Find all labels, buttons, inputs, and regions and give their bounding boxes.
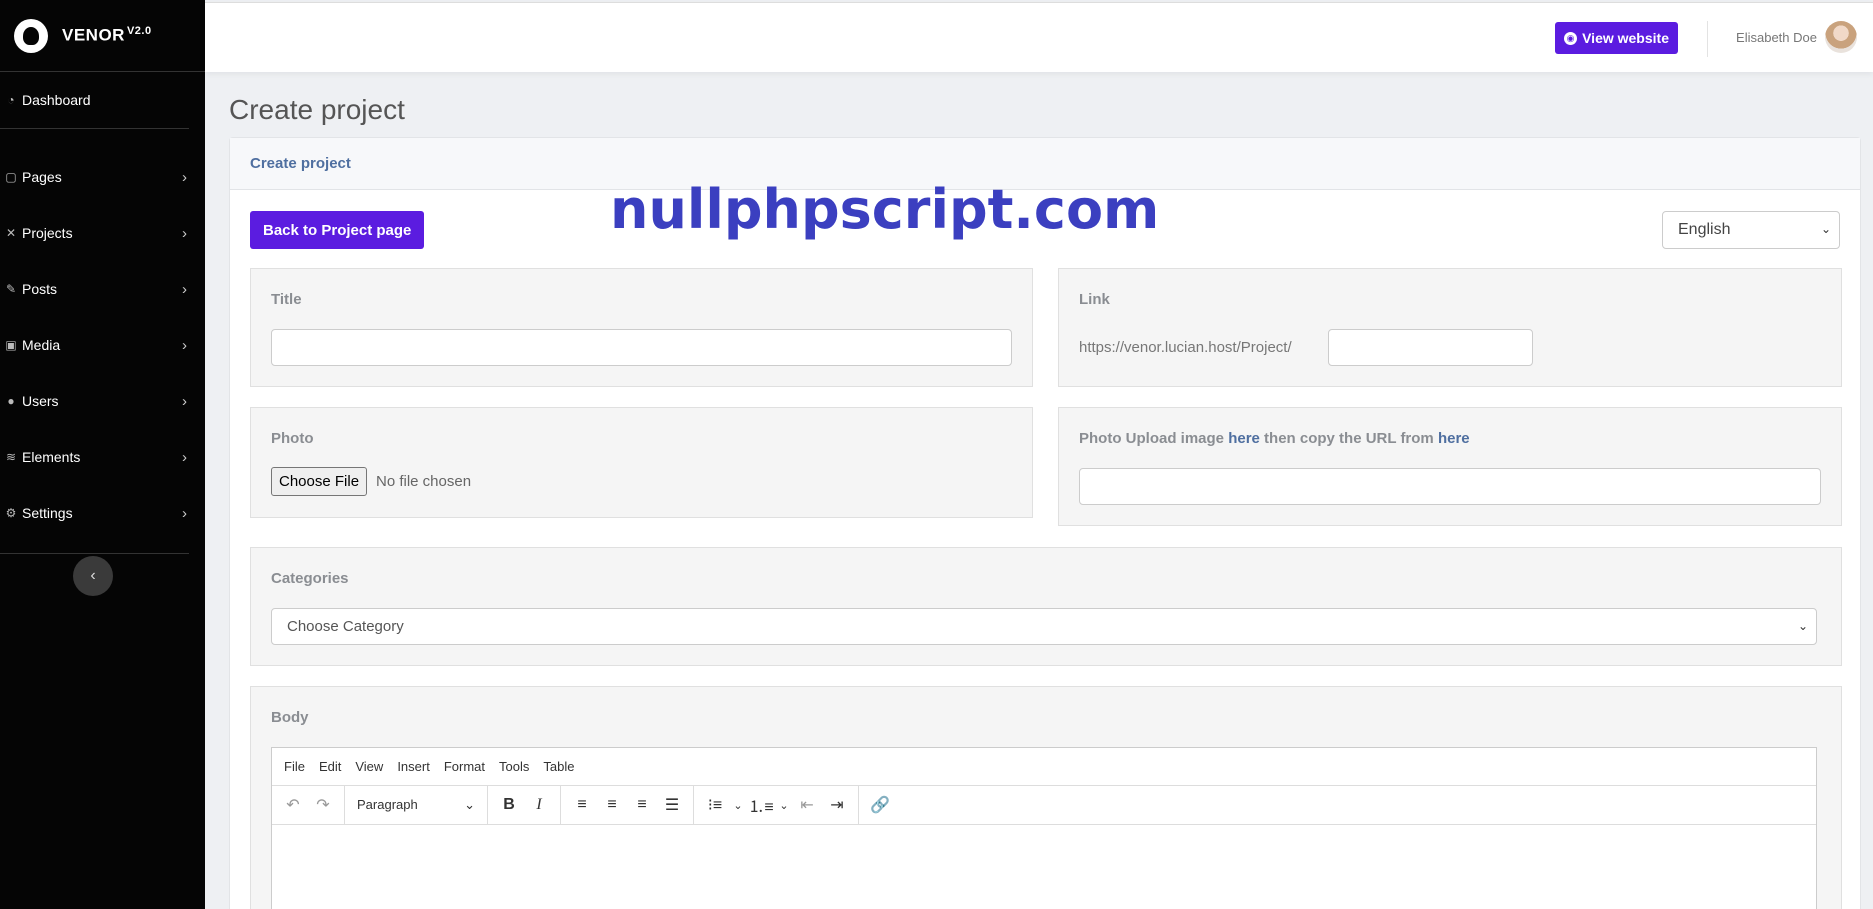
globe-icon: ◉ xyxy=(1564,31,1578,45)
photo-url-label: Photo Upload image here then copy the UR… xyxy=(1079,430,1470,447)
sidebar: VENOR V2.0 ◔ Dashboard ▢ Pages › ✕ Projec… xyxy=(0,0,205,909)
bullet-list-icon[interactable]: ⁝≡ xyxy=(700,795,730,815)
chevron-down-icon: ⌄ xyxy=(464,797,475,812)
title-input[interactable] xyxy=(271,329,1012,366)
link-icon[interactable]: 🔗 xyxy=(865,795,895,815)
brand[interactable]: VENOR V2.0 xyxy=(0,0,205,72)
upload-here-link[interactable]: here xyxy=(1228,430,1260,447)
create-project-card: Create project Back to Project page null… xyxy=(229,137,1861,909)
sidebar-item-elements[interactable]: ≋ Elements › xyxy=(0,429,189,485)
chevron-down-icon: ⌄ xyxy=(1797,619,1808,633)
menu-tools[interactable]: Tools xyxy=(499,759,529,774)
rich-text-editor: File Edit View Insert Format Tools Table… xyxy=(271,747,1817,909)
chevron-right-icon: › xyxy=(182,392,187,410)
title-panel: Title xyxy=(250,268,1033,387)
link-panel: Link https://venor.lucian.host/Project/ xyxy=(1058,268,1842,387)
menu-table[interactable]: Table xyxy=(543,759,574,774)
body-label: Body xyxy=(271,709,309,726)
sidebar-item-dashboard[interactable]: ◔ Dashboard xyxy=(0,72,189,129)
sidebar-item-media[interactable]: ▣ Media › xyxy=(0,317,189,373)
menu-file[interactable]: File xyxy=(284,759,305,774)
layers-icon: ≋ xyxy=(5,450,17,464)
file-icon: ▢ xyxy=(5,170,17,184)
chevron-left-icon: ‹ xyxy=(90,567,96,584)
chevron-right-icon: › xyxy=(182,504,187,522)
copy-url-here-link[interactable]: here xyxy=(1438,430,1470,447)
photo-url-panel: Photo Upload image here then copy the UR… xyxy=(1058,407,1842,526)
body-panel: Body File Edit View Insert Format Tools … xyxy=(250,686,1842,909)
dashboard-icon: ◔ xyxy=(7,93,15,107)
chevron-down-icon[interactable]: ⌄ xyxy=(730,799,746,812)
divider xyxy=(1707,21,1708,57)
indent-icon[interactable]: ⇥ xyxy=(822,795,852,815)
align-right-icon[interactable]: ≡ xyxy=(627,796,657,814)
title-label: Title xyxy=(271,291,302,308)
photo-label: Photo xyxy=(271,430,314,447)
image-icon: ▣ xyxy=(5,338,17,352)
watermark: nullphpscript.com xyxy=(610,178,1160,241)
user-name[interactable]: Elisabeth Doe xyxy=(1736,30,1817,45)
edit-icon: ✎ xyxy=(5,282,17,296)
align-left-icon[interactable]: ≡ xyxy=(567,796,597,814)
link-prefix: https://venor.lucian.host/Project/ xyxy=(1079,339,1292,356)
italic-icon[interactable]: I xyxy=(524,796,554,814)
file-status: No file chosen xyxy=(376,473,472,490)
cogs-icon: ⚙ xyxy=(5,506,17,520)
categories-panel: Categories Choose Category ⌄ xyxy=(250,547,1842,666)
tools-icon: ✕ xyxy=(5,226,17,240)
choose-file-button[interactable]: Choose File xyxy=(271,467,368,496)
brand-name: VENOR V2.0 xyxy=(62,25,152,45)
categories-label: Categories xyxy=(271,570,349,587)
editor-toolbar: ↶ ↷ Paragraph ⌄ B I ≡ ≡ ≡ ☰ ⁝≡ ⌄ ⒈≡ ⌄ ⇤ … xyxy=(272,785,1816,825)
back-to-project-button[interactable]: Back to Project page xyxy=(250,211,425,249)
slug-input[interactable] xyxy=(1328,329,1533,366)
sidebar-item-settings[interactable]: ⚙ Settings › xyxy=(0,485,189,541)
undo-icon[interactable]: ↶ xyxy=(278,795,308,815)
topbar: ◉ View website Elisabeth Doe xyxy=(205,2,1873,72)
numbered-list-icon[interactable]: ⒈≡ xyxy=(746,793,776,817)
editor-menubar: File Edit View Insert Format Tools Table xyxy=(272,748,1816,786)
menu-insert[interactable]: Insert xyxy=(397,759,430,774)
link-label: Link xyxy=(1079,291,1110,308)
menu-format[interactable]: Format xyxy=(444,759,485,774)
sidebar-item-users[interactable]: ● Users › xyxy=(0,373,189,429)
chevron-right-icon: › xyxy=(182,448,187,466)
block-format-select[interactable]: Paragraph ⌄ xyxy=(351,797,481,813)
photo-url-input[interactable] xyxy=(1079,468,1821,505)
sidebar-item-projects[interactable]: ✕ Projects › xyxy=(0,205,189,261)
user-icon: ● xyxy=(7,394,15,408)
chevron-down-icon[interactable]: ⌄ xyxy=(776,799,792,812)
sidebar-item-posts[interactable]: ✎ Posts › xyxy=(0,261,189,317)
align-justify-icon[interactable]: ☰ xyxy=(657,795,687,815)
sidebar-item-pages[interactable]: ▢ Pages › xyxy=(0,149,189,205)
outdent-icon[interactable]: ⇤ xyxy=(792,795,822,815)
chevron-right-icon: › xyxy=(182,168,187,186)
github-logo-icon xyxy=(14,18,48,53)
language-select[interactable]: English ⌄ xyxy=(1662,211,1840,249)
chevron-right-icon: › xyxy=(182,336,187,354)
menu-view[interactable]: View xyxy=(355,759,383,774)
page-title: Create project xyxy=(229,94,405,125)
category-select[interactable]: Choose Category ⌄ xyxy=(271,608,1817,645)
sidebar-collapse-button[interactable]: ‹ xyxy=(73,556,113,596)
view-website-button[interactable]: ◉ View website xyxy=(1555,22,1678,54)
menu-edit[interactable]: Edit xyxy=(319,759,341,774)
chevron-down-icon: ⌄ xyxy=(1820,222,1831,236)
avatar[interactable] xyxy=(1825,21,1857,53)
redo-icon[interactable]: ↷ xyxy=(308,795,338,815)
photo-panel: Photo Choose File No file chosen xyxy=(250,407,1033,518)
align-center-icon[interactable]: ≡ xyxy=(597,796,627,814)
bold-icon[interactable]: B xyxy=(494,796,524,814)
chevron-right-icon: › xyxy=(182,280,187,298)
chevron-right-icon: › xyxy=(182,224,187,242)
